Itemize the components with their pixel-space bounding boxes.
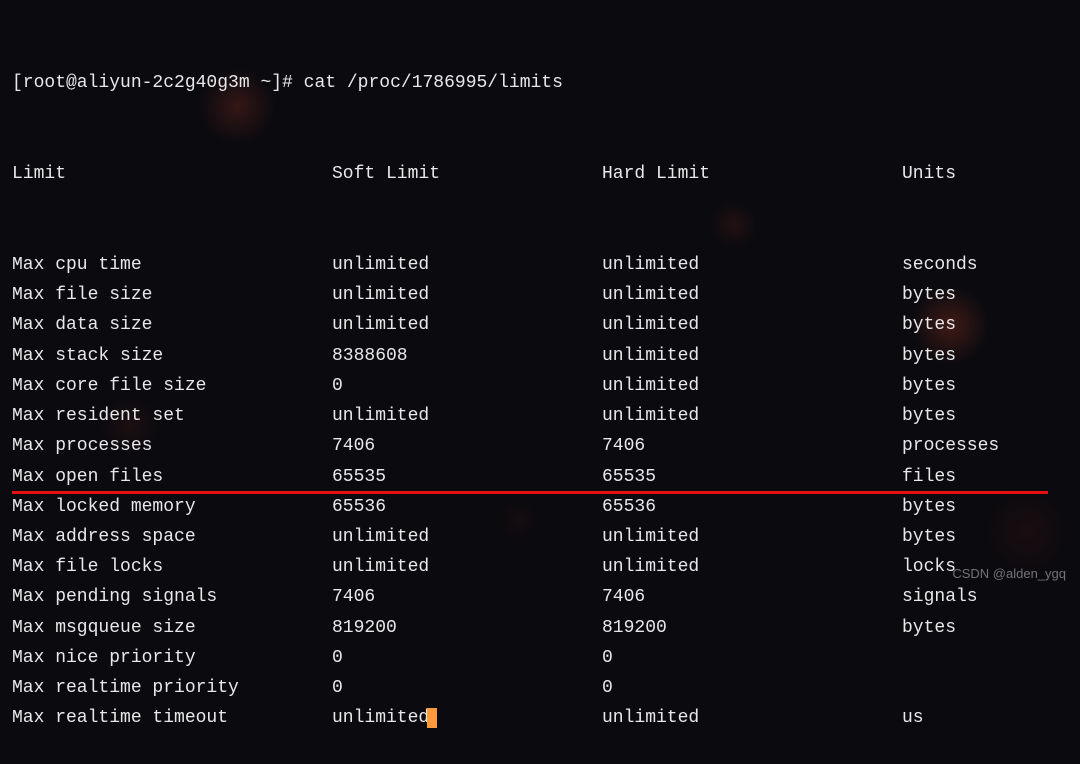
cell-soft: 819200 xyxy=(332,613,602,643)
cell-units: bytes xyxy=(902,613,1068,643)
table-row: Max address spaceunlimitedunlimitedbytes xyxy=(12,522,1068,552)
cell-soft: unlimited xyxy=(332,310,602,340)
cell-soft: unlimited xyxy=(332,552,602,582)
table-row: Max processes74067406processes xyxy=(12,431,1068,461)
cell-hard: 0 xyxy=(602,643,902,673)
table-row: Max core file size0unlimitedbytes xyxy=(12,371,1068,401)
cell-units: us xyxy=(902,703,1068,733)
cell-units: bytes xyxy=(902,280,1068,310)
cell-units xyxy=(902,673,1068,703)
cell-hard: unlimited xyxy=(602,703,902,733)
cell-hard: unlimited xyxy=(602,401,902,431)
cell-units: signals xyxy=(902,582,1068,612)
cell-hard: unlimited xyxy=(602,522,902,552)
terminal-cursor xyxy=(427,708,437,728)
table-row: Max realtime priority00 xyxy=(12,673,1068,703)
table-row: Max cpu timeunlimitedunlimitedseconds xyxy=(12,250,1068,280)
cell-limit: Max core file size xyxy=(12,371,332,401)
prompt-command: cat /proc/1786995/limits xyxy=(304,73,563,93)
cell-soft: 8388608 xyxy=(332,341,602,371)
cell-soft: 0 xyxy=(332,673,602,703)
cell-soft: 65536 xyxy=(332,492,602,522)
cell-hard: 7406 xyxy=(602,431,902,461)
cell-limit: Max data size xyxy=(12,310,332,340)
header-units: Units xyxy=(902,159,1068,189)
cell-units xyxy=(902,643,1068,673)
cell-limit: Max nice priority xyxy=(12,643,332,673)
cell-soft: 0 xyxy=(332,371,602,401)
table-row: Max data sizeunlimitedunlimitedbytes xyxy=(12,310,1068,340)
cell-units: bytes xyxy=(902,492,1068,522)
table-row: Max resident setunlimitedunlimitedbytes xyxy=(12,401,1068,431)
table-row: Max open files6553565535files xyxy=(12,462,1068,492)
cell-hard: unlimited xyxy=(602,371,902,401)
watermark-text: CSDN @alden_ygq xyxy=(952,563,1066,585)
cell-soft: 7406 xyxy=(332,431,602,461)
table-row: Max realtime timeoutunlimited unlimitedu… xyxy=(12,703,1068,733)
cell-hard: 0 xyxy=(602,673,902,703)
cell-units: bytes xyxy=(902,522,1068,552)
cell-hard: unlimited xyxy=(602,280,902,310)
table-row: Max file locksunlimitedunlimitedlocks xyxy=(12,552,1068,582)
cell-limit: Max resident set xyxy=(12,401,332,431)
table-row: Max file sizeunlimitedunlimitedbytes xyxy=(12,280,1068,310)
cell-limit: Max address space xyxy=(12,522,332,552)
header-limit: Limit xyxy=(12,159,332,189)
terminal-output[interactable]: [root@aliyun-2c2g40g3m ~]# cat /proc/178… xyxy=(12,8,1068,764)
table-row: Max stack size8388608unlimitedbytes xyxy=(12,341,1068,371)
prompt-line: [root@aliyun-2c2g40g3m ~]# cat /proc/178… xyxy=(12,68,1068,98)
cell-soft: unlimited xyxy=(332,522,602,552)
cell-hard: unlimited xyxy=(602,552,902,582)
cell-limit: Max file locks xyxy=(12,552,332,582)
cell-hard: unlimited xyxy=(602,250,902,280)
cell-limit: Max stack size xyxy=(12,341,332,371)
cell-units: bytes xyxy=(902,401,1068,431)
cell-limit: Max realtime timeout xyxy=(12,703,332,733)
cell-units: bytes xyxy=(902,371,1068,401)
cell-limit: Max cpu time xyxy=(12,250,332,280)
cell-soft: 7406 xyxy=(332,582,602,612)
cell-limit: Max realtime priority xyxy=(12,673,332,703)
table-row: Max pending signals74067406signals xyxy=(12,582,1068,612)
prompt-user-host: [root@aliyun-2c2g40g3m ~]# xyxy=(12,73,293,93)
cell-soft: unlimited xyxy=(332,401,602,431)
cell-soft: 0 xyxy=(332,643,602,673)
table-row: Max nice priority00 xyxy=(12,643,1068,673)
cell-units: files xyxy=(902,462,1068,492)
cell-limit: Max file size xyxy=(12,280,332,310)
limits-rows: Max cpu timeunlimitedunlimitedsecondsMax… xyxy=(12,250,1068,734)
cell-hard: unlimited xyxy=(602,310,902,340)
table-row: Max locked memory6553665536bytes xyxy=(12,492,1068,522)
cell-units: bytes xyxy=(902,341,1068,371)
cell-limit: Max processes xyxy=(12,431,332,461)
limits-header-row: Limit Soft Limit Hard Limit Units xyxy=(12,159,1068,189)
cell-limit: Max open files xyxy=(12,462,332,492)
cell-hard: 7406 xyxy=(602,582,902,612)
cell-units: seconds xyxy=(902,250,1068,280)
cell-limit: Max msgqueue size xyxy=(12,613,332,643)
cell-hard: 65535 xyxy=(602,462,902,492)
cell-soft: 65535 xyxy=(332,462,602,492)
cell-units: bytes xyxy=(902,310,1068,340)
cell-hard: 819200 xyxy=(602,613,902,643)
table-row: Max msgqueue size819200819200bytes xyxy=(12,613,1068,643)
cell-units: processes xyxy=(902,431,1068,461)
cell-hard: unlimited xyxy=(602,341,902,371)
cell-soft: unlimited xyxy=(332,280,602,310)
header-soft: Soft Limit xyxy=(332,159,602,189)
cell-limit: Max locked memory xyxy=(12,492,332,522)
cell-soft: unlimited xyxy=(332,250,602,280)
cell-limit: Max pending signals xyxy=(12,582,332,612)
header-hard: Hard Limit xyxy=(602,159,902,189)
cell-hard: 65536 xyxy=(602,492,902,522)
cell-soft: unlimited xyxy=(332,703,602,733)
